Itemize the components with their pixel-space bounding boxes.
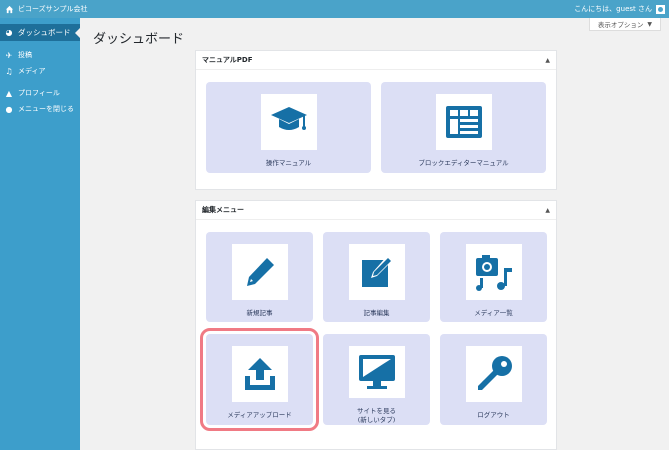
sidebar-item-label: プロフィール [18, 89, 60, 97]
sidebar-item-label: ダッシュボード [18, 28, 71, 37]
panel-toggle-icon[interactable]: ▲ [545, 57, 550, 64]
camera-music-icon [465, 244, 522, 300]
operation-manual-card[interactable]: 操作マニュアル [206, 82, 371, 173]
card-label: メディア一覧 [474, 309, 513, 317]
caret-down-icon: ▼ [647, 20, 652, 28]
edit-menu-panel: 編集メニュー ▲ 新規記事 記事編集 メディア一覧 メディアアップロード サイト… [195, 200, 557, 450]
card-label: 記事編集 [363, 309, 390, 317]
media-upload-card[interactable]: メディアアップロード [200, 328, 319, 431]
block-layout-icon [435, 94, 492, 150]
sidebar-item-collapse-menu[interactable]: ● メニューを閉じる [0, 101, 80, 117]
edit-icon [348, 244, 405, 300]
avatar[interactable] [656, 4, 665, 14]
media-icon: ♫ [5, 66, 13, 76]
user-icon: ▲ [5, 88, 13, 98]
page-title: ダッシュボード [93, 32, 185, 47]
sidebar-item-label: メディア [18, 67, 46, 75]
card-label: 新規記事 [246, 309, 273, 317]
home-icon[interactable] [0, 0, 18, 18]
screen-options-button[interactable]: 表示オプション ▼ [588, 18, 661, 31]
sidebar-item-profile[interactable]: ▲ プロフィール [0, 85, 80, 101]
panel-title: マニュアルPDF [202, 56, 253, 64]
key-icon [465, 346, 522, 402]
sidebar-item-label: 投稿 [18, 51, 32, 59]
manual-pdf-panel: マニュアルPDF ▲ 操作マニュアル ブロックエディターマニュアル [195, 50, 557, 190]
admin-bar: ビコーズサンプル会社 こんにちは、guest さん [0, 0, 669, 18]
collapse-icon: ● [5, 104, 13, 114]
sidebar-item-label: メニューを閉じる [18, 105, 74, 113]
upload-icon [231, 346, 288, 402]
card-label: メディアアップロード [227, 411, 292, 419]
card-label: 操作マニュアル [265, 159, 312, 167]
greeting-text[interactable]: こんにちは、guest さん [574, 4, 652, 14]
graduation-cap-icon [260, 94, 317, 150]
edit-post-card[interactable]: 記事編集 [323, 232, 430, 322]
media-list-card[interactable]: メディア一覧 [440, 232, 547, 322]
card-label: ログアウト [477, 411, 510, 419]
screen-options-label: 表示オプション [597, 21, 644, 29]
site-name-link[interactable]: ビコーズサンプル会社 [18, 4, 87, 14]
admin-sidebar: ◕ ダッシュボード ✈ 投稿 ♫ メディア ▲ プロフィール ● メニューを閉じ… [0, 18, 80, 450]
monitor-icon [348, 346, 405, 398]
card-label: ブロックエディターマニュアル [418, 159, 509, 167]
panel-header[interactable]: 編集メニュー ▲ [196, 201, 556, 220]
panel-title: 編集メニュー [202, 206, 244, 214]
pencil-icon [231, 244, 288, 300]
panel-header[interactable]: マニュアルPDF ▲ [196, 51, 556, 70]
card-label: サイトを見る (新しいタブ) [357, 407, 396, 425]
card-label-line2: (新しいタブ) [357, 416, 396, 424]
sidebar-item-dashboard[interactable]: ◕ ダッシュボード [0, 24, 80, 41]
card-label-line1: サイトを見る [357, 407, 396, 415]
view-site-card[interactable]: サイトを見る (新しいタブ) [323, 334, 430, 425]
sidebar-item-posts[interactable]: ✈ 投稿 [0, 47, 80, 63]
dashboard-icon: ◕ [5, 28, 13, 37]
block-editor-manual-card[interactable]: ブロックエディターマニュアル [381, 82, 546, 173]
sidebar-item-media[interactable]: ♫ メディア [0, 63, 80, 79]
new-post-card[interactable]: 新規記事 [206, 232, 313, 322]
logout-card[interactable]: ログアウト [440, 334, 547, 425]
pin-icon: ✈ [5, 50, 13, 60]
panel-toggle-icon[interactable]: ▲ [545, 207, 550, 214]
